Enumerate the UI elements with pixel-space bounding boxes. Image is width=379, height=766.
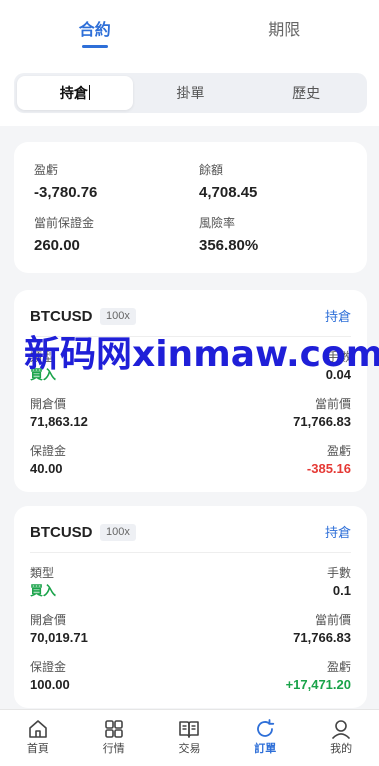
position-card[interactable]: BTCUSD 100x 持倉 類型買入 手數 0.1 開倉價 70,019.71 當…	[14, 506, 367, 708]
summary-risk-label: 風險率	[199, 216, 236, 230]
margin-value: 100.00	[30, 677, 70, 692]
segment-history-label: 歷史	[292, 85, 321, 101]
position-card[interactable]: BTCUSD 100x 持倉 類型 買入 手數 0.04 開倉價 71,863.12 …	[14, 290, 367, 492]
home-icon	[0, 718, 76, 740]
margin-label: 保證金	[30, 444, 67, 458]
bottom-nav: 首頁 行情 交易 訂單 我的	[0, 709, 379, 766]
summary-balance-label: 餘額	[199, 163, 224, 177]
summary-risk-value: 356.80%	[199, 237, 259, 254]
segment-control: 持倉 掛單 歷史	[14, 73, 367, 113]
open-price-value: 70,019.71	[30, 630, 88, 645]
book-icon	[152, 718, 228, 740]
current-price-label: 當前價	[314, 397, 351, 411]
pnl-value: -385.16	[306, 461, 351, 476]
nav-trade[interactable]: 交易	[152, 710, 228, 766]
nav-home-label: 首頁	[26, 743, 49, 755]
pnl-label: 盈虧	[326, 444, 351, 458]
margin-value: 40.00	[30, 461, 63, 476]
segment-positions-label: 持倉	[59, 85, 88, 101]
nav-orders[interactable]: 訂單	[227, 710, 303, 766]
summary-balance: 餘額 4,708.45	[199, 163, 257, 202]
nav-trade-label: 交易	[178, 743, 201, 755]
summary-balance-value: 4,708.45	[199, 184, 258, 201]
position-status-link[interactable]: 持倉	[325, 307, 351, 327]
current-price-label: 當前價	[314, 613, 351, 627]
segment-pending[interactable]: 掛單	[133, 76, 249, 110]
position-row-price: 開倉價 71,863.12 當前價 71,766.83	[30, 397, 351, 431]
summary-margin: 當前保證金 260.00	[34, 216, 94, 255]
summary-margin-value: 260.00	[34, 237, 80, 254]
margin-label: 保證金	[30, 660, 67, 674]
segment-history[interactable]: 歷史	[248, 76, 364, 110]
refresh-icon	[227, 718, 303, 740]
position-row-price: 開倉價 70,019.71 當前價 71,766.83	[30, 613, 351, 647]
position-row-pnl: 保證金 40.00 盈虧 -385.16	[30, 444, 351, 478]
position-header: BTCUSD 100x 持倉	[30, 307, 351, 329]
account-summary-card: 盈虧 -3,780.76 餘額 4,708.45 當前保證金 260.00 風險…	[14, 142, 367, 273]
open-price-label: 開倉價	[30, 397, 67, 411]
position-symbol: BTCUSD	[30, 308, 93, 325]
grid-icon	[76, 718, 152, 740]
nav-market[interactable]: 行情	[76, 710, 152, 766]
nav-home[interactable]: 首頁	[0, 710, 76, 766]
summary-profit-value: -3,780.76	[34, 184, 98, 201]
divider	[30, 552, 351, 553]
top-tabs: 合約 期限	[0, 0, 379, 60]
position-symbol: BTCUSD	[30, 524, 93, 541]
tab-active-underline	[81, 45, 108, 48]
position-row-pnl: 保證金 100.00 盈虧 +17,471.20	[30, 660, 351, 694]
position-header: BTCUSD 100x 持倉	[30, 523, 351, 545]
current-price-value: 71,766.83	[293, 414, 351, 429]
open-price-value: 71,863.12	[30, 414, 88, 429]
segment-positions[interactable]: 持倉	[17, 76, 133, 110]
text-caret	[88, 85, 90, 100]
open-price-label: 開倉價	[30, 613, 67, 627]
nav-profile-label: 我的	[330, 743, 353, 755]
leverage-badge: 100x	[100, 308, 136, 325]
summary-profit-label: 盈虧	[34, 163, 59, 177]
pnl-value: +17,471.20	[285, 677, 351, 692]
tab-contract[interactable]: 合約	[0, 0, 190, 60]
watermark: 新码网xinmaw.com	[24, 334, 379, 375]
position-row-type: 類型買入 手數 0.1	[30, 566, 351, 600]
lots-label: 手數	[326, 566, 351, 580]
nav-market-label: 行情	[102, 743, 125, 755]
tab-contract-label: 合約	[78, 22, 111, 39]
current-price-value: 71,766.83	[293, 630, 351, 645]
summary-profit: 盈虧 -3,780.76	[34, 163, 97, 202]
summary-risk: 風險率 356.80%	[199, 216, 258, 255]
pnl-label: 盈虧	[326, 660, 351, 674]
app: 合約 期限 持倉 掛單 歷史 盈虧 -3,780.76 餘額 4,708.45 …	[0, 0, 379, 766]
user-icon	[303, 718, 379, 740]
leverage-badge: 100x	[100, 524, 136, 541]
summary-margin-label: 當前保證金	[34, 216, 95, 230]
segment-wrap: 持倉 掛單 歷史	[0, 60, 379, 126]
segment-pending-label: 掛單	[176, 85, 205, 101]
tab-futures[interactable]: 期限	[190, 0, 379, 60]
nav-profile[interactable]: 我的	[303, 710, 379, 766]
nav-orders-label: 訂單	[254, 743, 277, 755]
type-label: 類型	[30, 566, 55, 580]
position-status-link[interactable]: 持倉	[325, 523, 351, 543]
type-value: 買入	[30, 583, 57, 598]
tab-futures-label: 期限	[268, 22, 301, 39]
lots-value: 0.1	[332, 583, 351, 598]
